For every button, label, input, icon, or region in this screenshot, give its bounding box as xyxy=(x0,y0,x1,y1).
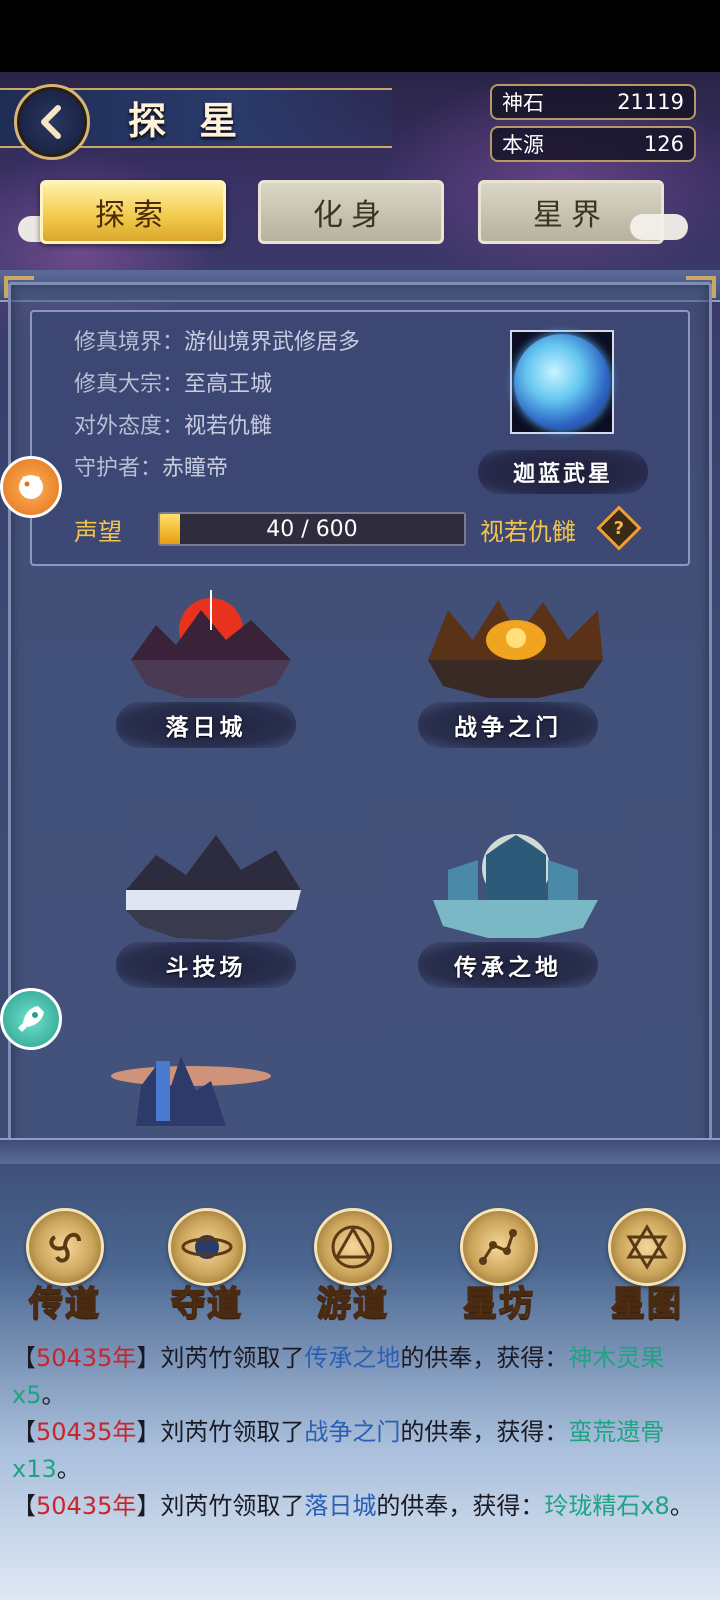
info-value: 视若仇雠 xyxy=(184,414,273,439)
nav-label: 游道 xyxy=(316,1283,389,1325)
island-arena-icon xyxy=(126,835,301,940)
triskelion-icon xyxy=(26,1208,104,1286)
island-partial-icon xyxy=(111,1056,271,1126)
planet-name: 迦蓝武星 xyxy=(478,450,648,494)
chevron-left-icon xyxy=(41,105,61,139)
log-entry: 【50435年】刘芮竹领取了战争之门的供奉，获得：蛮荒遗骨x13。 xyxy=(12,1418,665,1483)
info-label: 守护者： xyxy=(74,456,163,481)
tab-avatar[interactable]: 化身 xyxy=(258,180,444,244)
location-heritage-land[interactable]: 传承之地 xyxy=(408,810,618,1000)
creature-icon xyxy=(19,475,43,499)
corner-ornament xyxy=(686,276,716,298)
location-war-gate[interactable]: 战争之门 xyxy=(408,570,618,760)
panel-bottom-border xyxy=(0,1138,720,1164)
island-heritage-icon xyxy=(433,834,598,938)
nav-label: 星图 xyxy=(610,1283,683,1325)
reputation-label: 声望 xyxy=(74,518,122,546)
location-partial[interactable] xyxy=(96,1046,306,1136)
resource-value: 126 xyxy=(643,132,684,156)
location-label: 传承之地 xyxy=(418,942,598,988)
info-value: 游仙境界武修居多 xyxy=(184,330,361,355)
nav-youdao[interactable]: 游道 xyxy=(298,1208,408,1328)
reputation-text: 40 / 600 xyxy=(266,516,358,542)
nav-xingtu[interactable]: 星图 xyxy=(592,1208,702,1328)
rocket-icon xyxy=(18,1006,44,1032)
location-label: 战争之门 xyxy=(418,702,598,748)
nav-duodao[interactable]: 夺道 xyxy=(152,1208,262,1328)
location-label: 落日城 xyxy=(116,702,296,748)
planet-portrait[interactable] xyxy=(510,330,614,434)
info-label: 对外态度： xyxy=(74,414,185,439)
location-sunset-city[interactable]: 落日城 xyxy=(106,570,316,760)
nav-xingfang[interactable]: 星坊 xyxy=(444,1208,554,1328)
trinity-knot-icon xyxy=(314,1208,392,1286)
status-bar xyxy=(0,0,720,72)
info-attitude: 对外态度：视若仇雠 xyxy=(74,408,272,440)
constellation-icon xyxy=(460,1208,538,1286)
nav-label: 传道 xyxy=(28,1283,101,1325)
reputation-bar: 40 / 600 xyxy=(158,512,466,546)
nav-chuandao[interactable]: 传道 xyxy=(10,1208,120,1328)
nav-label: 星坊 xyxy=(462,1283,535,1325)
corner-ornament xyxy=(4,276,34,298)
reputation-status: 视若仇雠 xyxy=(480,518,576,546)
page-title: 探 星 xyxy=(128,98,248,143)
back-button[interactable] xyxy=(14,84,90,160)
planet-orbit-icon xyxy=(168,1208,246,1286)
log-entry: 【50435年】刘芮竹领取了传承之地的供奉，获得：神木灵果x5。 xyxy=(12,1344,665,1409)
location-label: 斗技场 xyxy=(116,942,296,988)
info-realm: 修真境界：游仙境界武修居多 xyxy=(74,324,360,356)
reward-log: 【50435年】刘芮竹领取了传承之地的供奉，获得：神木灵果x5。 【50435年… xyxy=(12,1340,702,1525)
resource-shenshi: 神石 21119 xyxy=(490,84,696,120)
island-war-gate-icon xyxy=(428,600,603,698)
tab-explore[interactable]: 探索 xyxy=(40,180,226,244)
info-label: 修真境界： xyxy=(74,330,185,355)
location-arena[interactable]: 斗技场 xyxy=(106,810,316,1000)
cloud-decoration xyxy=(630,214,688,240)
nav-label: 夺道 xyxy=(170,1283,243,1325)
resource-label: 神石 xyxy=(502,91,544,115)
planet-icon xyxy=(514,334,610,430)
info-guardian: 守护者：赤瞳帝 xyxy=(74,450,228,482)
info-value: 至高王城 xyxy=(184,372,273,397)
resource-value: 21119 xyxy=(617,90,684,114)
island-sunset-icon xyxy=(131,590,291,698)
info-value: 赤瞳帝 xyxy=(162,456,229,481)
rocket-button[interactable] xyxy=(0,988,62,1050)
log-entry: 【50435年】刘芮竹领取了落日城的供奉，获得：玲珑精石x8。 xyxy=(12,1492,694,1520)
info-label: 修真大宗： xyxy=(74,372,185,397)
info-sect: 修真大宗：至高王城 xyxy=(74,366,272,398)
help-symbol: ? xyxy=(613,517,625,539)
hexagram-icon xyxy=(608,1208,686,1286)
resource-label: 本源 xyxy=(502,133,544,157)
pet-button[interactable] xyxy=(0,456,62,518)
resource-benyuan: 本源 126 xyxy=(490,126,696,162)
